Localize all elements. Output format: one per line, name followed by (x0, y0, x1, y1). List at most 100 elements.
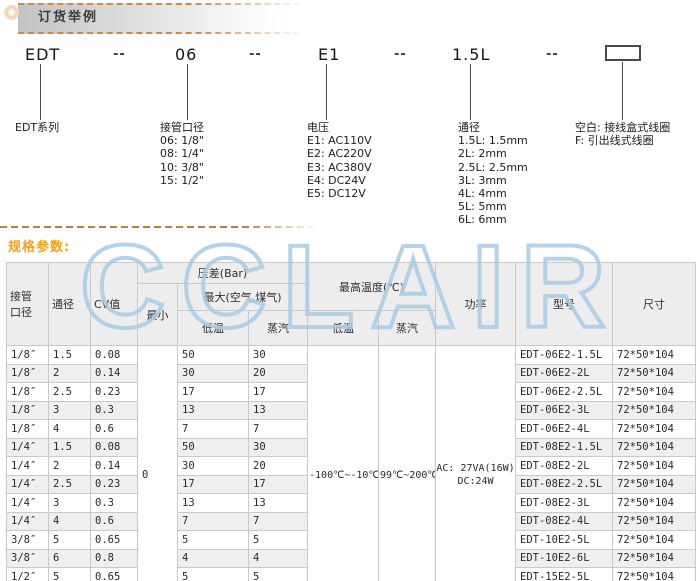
label-line: 08: 1/4" (160, 147, 204, 160)
table-cell: 0.6 (91, 420, 138, 439)
table-cell: 7 (178, 420, 249, 439)
cell-size: 72*50*104 (613, 420, 696, 439)
label-line: 接管口径 (160, 121, 204, 134)
col-header-pressure-group: 压差(Bar) (138, 263, 308, 284)
table-cell: 0.65 (91, 568, 138, 581)
table-cell: 1.5 (49, 438, 91, 457)
table-cell: 4 (49, 512, 91, 531)
table-cell: 0.08 (91, 438, 138, 457)
table-cell: 50 (178, 346, 249, 365)
cell-model: EDT-08E2-4L (516, 512, 613, 531)
table-cell: 2 (49, 457, 91, 476)
table-cell: 20 (249, 364, 308, 383)
table-cell: 4 (178, 549, 249, 568)
table-cell: 2.5 (49, 383, 91, 402)
merged-cell-power: AC: 27VA(16W) DC:24W (436, 346, 516, 581)
dashed-separator (0, 226, 322, 228)
code-separator: -- (113, 47, 126, 62)
cell-model: EDT-08E2-2L (516, 457, 613, 476)
cell-model: EDT-06E2-1.5L (516, 346, 613, 365)
table-row: 1/8″1.50.0805030-100℃~-10℃99℃~200℃AC: 27… (7, 346, 696, 365)
label-line: 1.5L: 1.5mm (458, 134, 528, 147)
cell-size: 72*50*104 (613, 475, 696, 494)
merged-cell-temp-steam: 99℃~200℃ (379, 346, 436, 581)
table-cell: 13 (178, 494, 249, 513)
col-header-temp-group: 最高温度(℃) (308, 263, 436, 311)
legend-orifice: 通径1.5L: 1.5mm2L: 2mm2.5L: 2.5mm3L: 3mm4L… (458, 121, 528, 227)
cell-model: EDT-08E2-3L (516, 494, 613, 513)
label-line: E5: DC12V (307, 187, 372, 200)
label-line: E4: DC24V (307, 174, 372, 187)
cell-size: 72*50*104 (613, 401, 696, 420)
table-cell: 13 (249, 494, 308, 513)
label-line: E2: AC220V (307, 147, 372, 160)
table-cell: 0.3 (91, 494, 138, 513)
table-cell: 0.23 (91, 475, 138, 494)
table-cell: 6 (49, 549, 91, 568)
label-line: E1: AC110V (307, 134, 372, 147)
connector-line (470, 64, 471, 120)
table-cell: 0.3 (91, 401, 138, 420)
table-cell: 30 (249, 346, 308, 365)
table-cell: 3 (49, 401, 91, 420)
table-cell: 1/8″ (7, 383, 49, 402)
cell-size: 72*50*104 (613, 568, 696, 581)
cell-size: 72*50*104 (613, 549, 696, 568)
table-cell: 0.6 (91, 512, 138, 531)
col-header-power: 功率 (436, 263, 516, 346)
table-cell: 5 (49, 531, 91, 550)
code-orifice: 1.5L (452, 45, 490, 64)
table-cell: 30 (178, 364, 249, 383)
label-line: F: 引出线式线圈 (575, 134, 670, 147)
legend-voltage: 电压E1: AC110VE2: AC220VE3: AC380VE4: DC24… (307, 121, 372, 200)
label-line: 2L: 2mm (458, 147, 528, 160)
cell-model: EDT-06E2-2L (516, 364, 613, 383)
table-cell: 0.14 (91, 457, 138, 476)
label-line: 电压 (307, 121, 372, 134)
cell-size: 72*50*104 (613, 494, 696, 513)
label-line: 通径 (458, 121, 528, 134)
legend-series: EDT系列 (15, 121, 59, 134)
table-cell: 2.5 (49, 475, 91, 494)
table-cell: 1/4″ (7, 512, 49, 531)
table-cell: 4 (49, 420, 91, 439)
code-series: EDT (25, 45, 60, 64)
table-cell: 1/2″ (7, 568, 49, 581)
table-cell: 5 (178, 531, 249, 550)
legend-port: 接管口径06: 1/8"08: 1/4"10: 3/8"15: 1/2" (160, 121, 204, 187)
cell-size: 72*50*104 (613, 457, 696, 476)
cell-size: 72*50*104 (613, 364, 696, 383)
table-cell: 3/8″ (7, 549, 49, 568)
table-cell: 5 (249, 531, 308, 550)
cell-model: EDT-10E2-5L (516, 531, 613, 550)
code-separator: -- (249, 47, 262, 62)
table-cell: 3 (49, 494, 91, 513)
label-line: 5L: 5mm (458, 200, 528, 213)
table-cell: 30 (249, 438, 308, 457)
col-header-size: 尺寸 (613, 263, 696, 346)
flower-bullet-icon (4, 5, 19, 20)
connector-line (187, 64, 188, 120)
table-cell: 17 (178, 383, 249, 402)
table-cell: 1/4″ (7, 457, 49, 476)
table-cell: 17 (249, 383, 308, 402)
spec-table: 接管 口径 通径 CV值 压差(Bar) 最高温度(℃) 功率 型号 尺寸 最小… (6, 262, 696, 581)
label-line: 4L: 4mm (458, 187, 528, 200)
table-cell: 0.23 (91, 383, 138, 402)
col-header-cv: CV值 (91, 263, 138, 346)
connector-line (326, 64, 327, 120)
table-cell: 50 (178, 438, 249, 457)
table-cell: 5 (249, 568, 308, 581)
table-cell: 1/4″ (7, 494, 49, 513)
legend-coil: 空白: 接线盒式线圈F: 引出线式线圈 (575, 121, 670, 147)
cell-size: 72*50*104 (613, 346, 696, 365)
label-line: 06: 1/8" (160, 134, 204, 147)
table-cell: 7 (249, 512, 308, 531)
connector-line (40, 64, 41, 120)
label-line: 3L: 3mm (458, 174, 528, 187)
spec-section-title: 规格参数: (8, 236, 70, 255)
code-port: 06 (175, 45, 197, 64)
col-header-steam2: 蒸汽 (379, 311, 436, 346)
col-header-diameter: 通径 (49, 263, 91, 346)
header-row-1: 接管 口径 通径 CV值 压差(Bar) 最高温度(℃) 功率 型号 尺寸 (7, 263, 696, 284)
